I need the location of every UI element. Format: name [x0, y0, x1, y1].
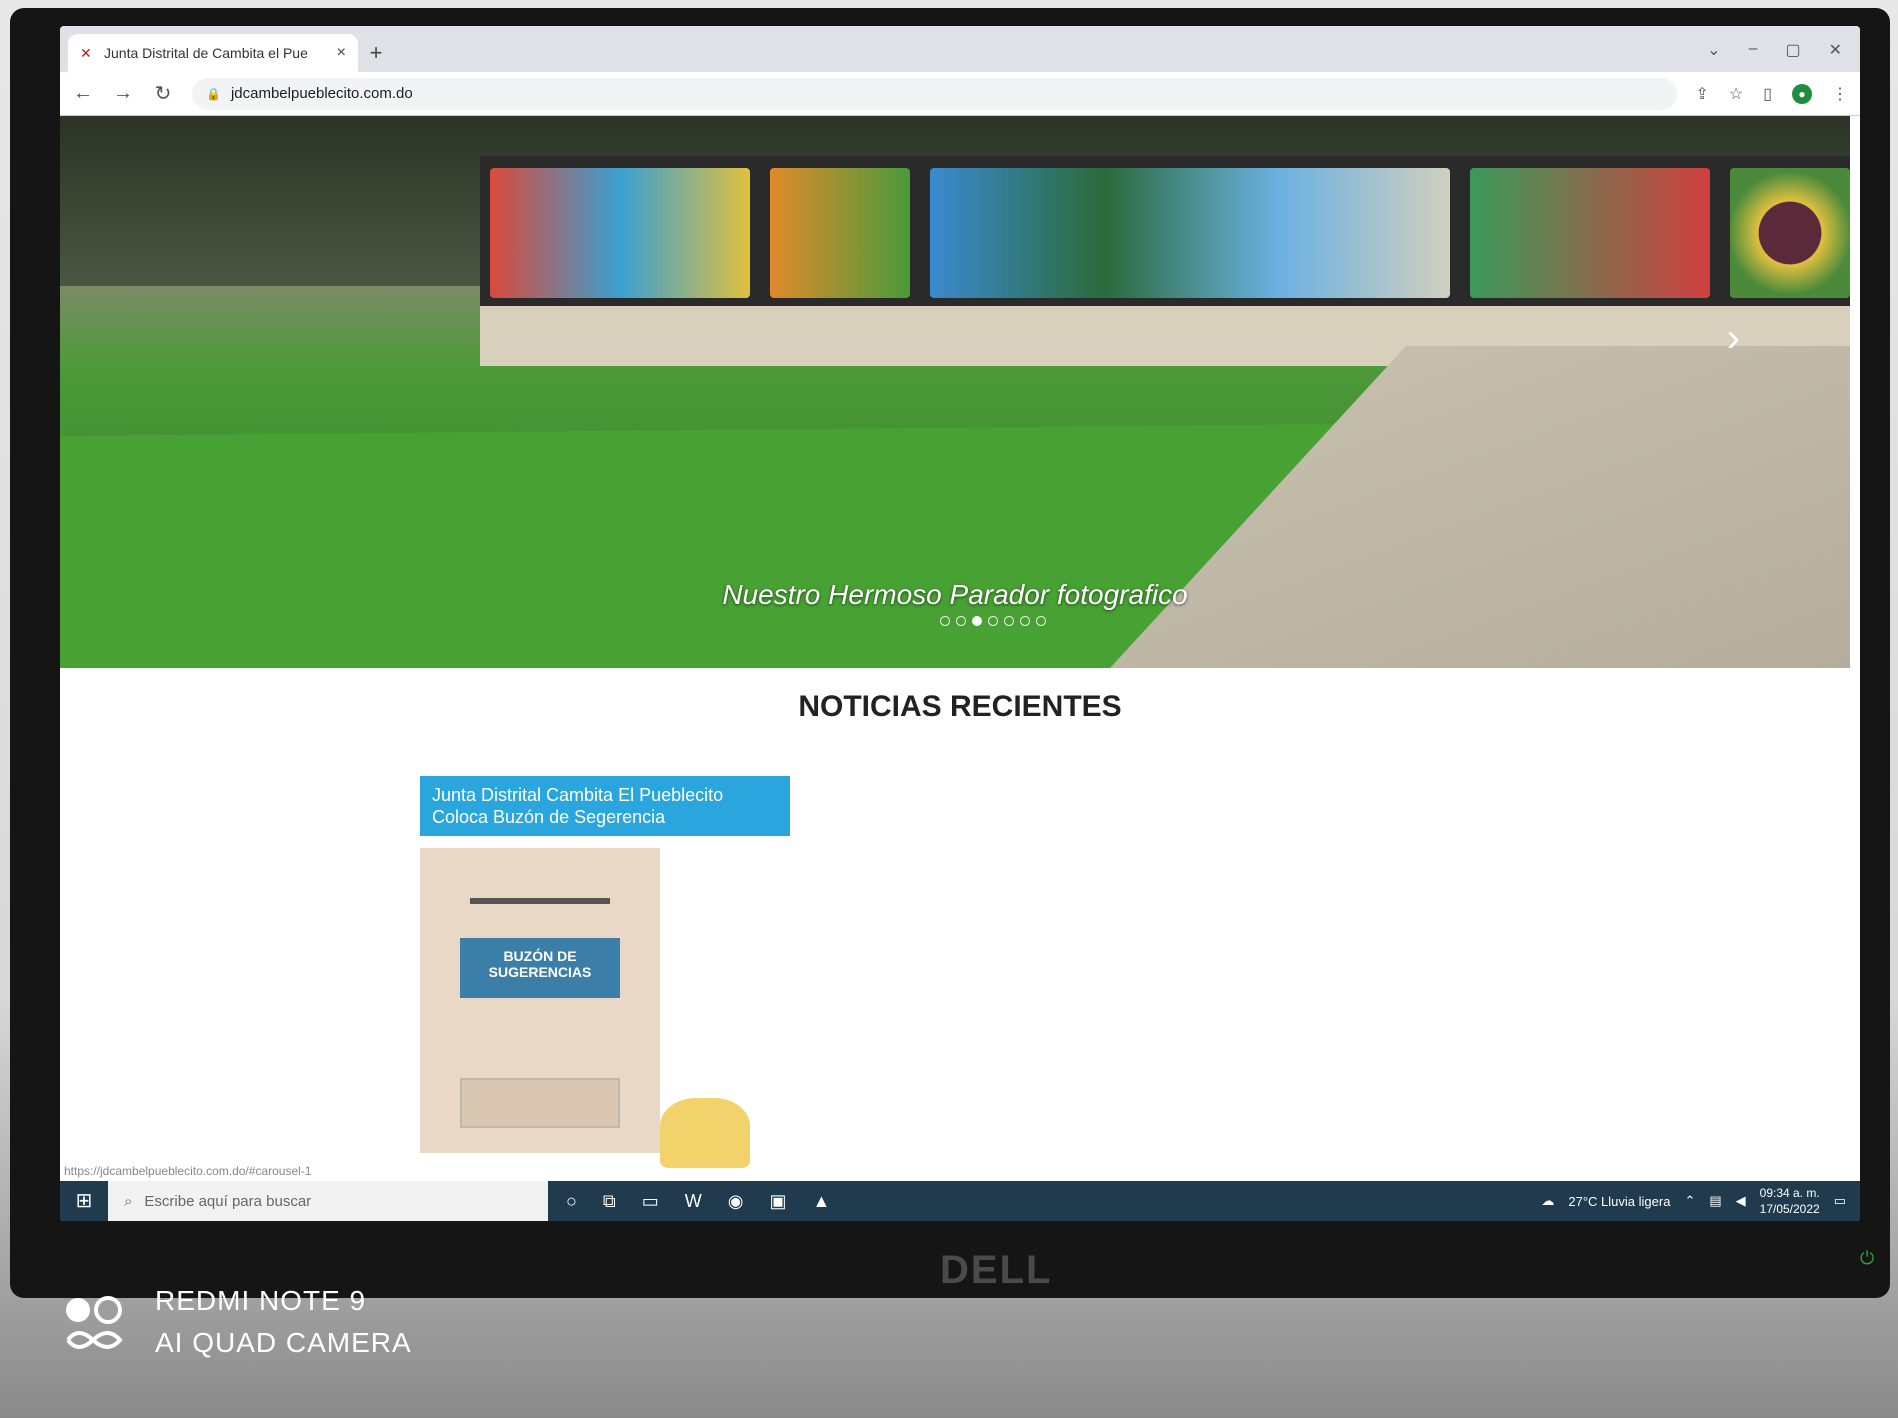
carousel-indicator[interactable]	[1036, 616, 1046, 626]
weather-text[interactable]: 27°C Lluvia ligera	[1568, 1194, 1670, 1209]
camera-watermark-line1: REDMI NOTE 9	[155, 1285, 367, 1316]
camera-logo-icon	[66, 1296, 123, 1349]
acrobat-icon[interactable]: ▲	[812, 1191, 830, 1212]
mailbox-label: BUZÓN DE SUGERENCIAS	[460, 938, 620, 998]
camera-watermark: REDMI NOTE 9 AI QUAD CAMERA	[155, 1280, 412, 1364]
clock-date: 17/05/2022	[1759, 1202, 1820, 1216]
avocado-sculpture	[1730, 168, 1850, 298]
carousel-next-icon[interactable]: ›	[1727, 316, 1740, 361]
municipal-crest-icon	[660, 1098, 750, 1168]
weather-icon[interactable]: ☁	[1541, 1193, 1554, 1209]
window-controls: ⌄ – ▢ ✕	[1707, 40, 1860, 72]
volume-icon[interactable]: ◀	[1736, 1193, 1746, 1209]
reload-icon[interactable]: ↻	[152, 81, 174, 106]
lock-icon: 🔒	[206, 86, 221, 101]
news-card[interactable]: Junta Distrital Cambita El Pueblecito Co…	[420, 776, 790, 1168]
store-icon[interactable]: ▣	[769, 1191, 786, 1212]
power-icon: ⏻	[1860, 1248, 1875, 1268]
news-image[interactable]: BUZÓN DE SUGERENCIAS	[420, 848, 750, 1168]
mailbox-slot	[470, 898, 610, 904]
close-window-icon[interactable]: ✕	[1829, 40, 1842, 60]
carousel-indicator[interactable]	[956, 616, 966, 626]
search-placeholder: Escribe aquí para buscar	[144, 1192, 312, 1210]
sign-panel	[770, 168, 910, 298]
share-icon[interactable]: ⇪	[1695, 84, 1708, 104]
carousel-indicator[interactable]	[1020, 616, 1030, 626]
dell-logo: DELL	[940, 1248, 1053, 1292]
camera-watermark-line2: AI QUAD CAMERA	[155, 1327, 412, 1358]
browser-tab[interactable]: ✕ Junta Distrital de Cambita el Pue ×	[68, 34, 358, 72]
word-icon[interactable]: W	[685, 1191, 702, 1212]
browser-toolbar: ← → ↻ 🔒 jdcambelpueblecito.com.do ⇪ ☆ ▯ …	[60, 72, 1860, 116]
forward-icon[interactable]: →	[112, 82, 134, 105]
mailbox-drawer	[460, 1078, 620, 1128]
notifications-icon[interactable]: ▭	[1834, 1193, 1846, 1209]
carousel-indicator[interactable]	[988, 616, 998, 626]
side-panel-icon[interactable]: ▯	[1763, 84, 1772, 104]
windows-taskbar: ⊞ ⌕ Escribe aquí para buscar ○ ⧉ ▭ W ◉ ▣…	[60, 1181, 1860, 1221]
web-page: › Nuestro Hermoso Parador fotografico NO…	[60, 116, 1860, 1181]
search-icon: ⌕	[124, 1192, 133, 1210]
news-title-link[interactable]: Junta Distrital Cambita El Pueblecito Co…	[420, 776, 790, 836]
taskbar-search[interactable]: ⌕ Escribe aquí para buscar	[108, 1181, 548, 1221]
carousel-caption: Nuestro Hermoso Parador fotografico	[722, 579, 1188, 610]
toolbar-icons: ⇪ ☆ ▯ ● ⋮	[1695, 83, 1848, 104]
site-favicon-icon: ✕	[80, 45, 92, 61]
tab-search-icon[interactable]: ⌄	[1707, 40, 1720, 60]
url-text: jdcambelpueblecito.com.do	[230, 85, 413, 102]
system-tray: ☁ 27°C Lluvia ligera ⌃ ▤ ◀ 09:34 a. m. 1…	[1541, 1185, 1860, 1217]
sign-panel	[930, 168, 1450, 298]
sign-panel	[1470, 168, 1710, 298]
taskbar-apps: ○ ⧉ ▭ W ◉ ▣ ▲	[566, 1191, 830, 1212]
tray-overflow-icon[interactable]: ⌃	[1684, 1193, 1695, 1209]
clock[interactable]: 09:34 a. m. 17/05/2022	[1760, 1185, 1820, 1217]
windows-start-icon[interactable]: ⊞	[60, 1181, 108, 1221]
monitor: ✕ Junta Distrital de Cambita el Pue × + …	[10, 8, 1890, 1298]
back-icon[interactable]: ←	[72, 82, 94, 105]
tab-title: Junta Distrital de Cambita el Pue	[104, 45, 308, 61]
sign-panel	[490, 168, 750, 298]
carousel-indicator-active[interactable]	[972, 616, 982, 626]
new-tab-button[interactable]: +	[358, 34, 394, 72]
cortana-icon[interactable]: ○	[566, 1191, 577, 1212]
status-bar-url: https://jdcambelpueblecito.com.do/#carou…	[64, 1164, 312, 1178]
bookmark-star-icon[interactable]: ☆	[1729, 84, 1743, 104]
carousel-indicator[interactable]	[940, 616, 950, 626]
close-tab-icon[interactable]: ×	[337, 44, 346, 62]
carousel-indicators	[940, 616, 1046, 626]
section-title: NOTICIAS RECIENTES	[798, 690, 1122, 723]
network-icon[interactable]: ▤	[1709, 1193, 1721, 1209]
address-bar[interactable]: 🔒 jdcambelpueblecito.com.do	[192, 77, 1678, 110]
hero-carousel: › Nuestro Hermoso Parador fotografico	[60, 116, 1850, 668]
clock-time: 09:34 a. m.	[1759, 1186, 1820, 1200]
carousel-indicator[interactable]	[1004, 616, 1014, 626]
minimize-icon[interactable]: –	[1749, 40, 1758, 60]
task-view-icon[interactable]: ⧉	[603, 1191, 616, 1212]
chrome-icon[interactable]: ◉	[728, 1191, 744, 1212]
tab-bar: ✕ Junta Distrital de Cambita el Pue × + …	[60, 26, 1860, 72]
file-explorer-icon[interactable]: ▭	[642, 1191, 659, 1212]
menu-icon[interactable]: ⋮	[1832, 84, 1848, 104]
screen: ✕ Junta Distrital de Cambita el Pue × + …	[60, 26, 1860, 1221]
restore-icon[interactable]: ▢	[1785, 40, 1800, 60]
profile-avatar-icon[interactable]: ●	[1792, 83, 1812, 104]
